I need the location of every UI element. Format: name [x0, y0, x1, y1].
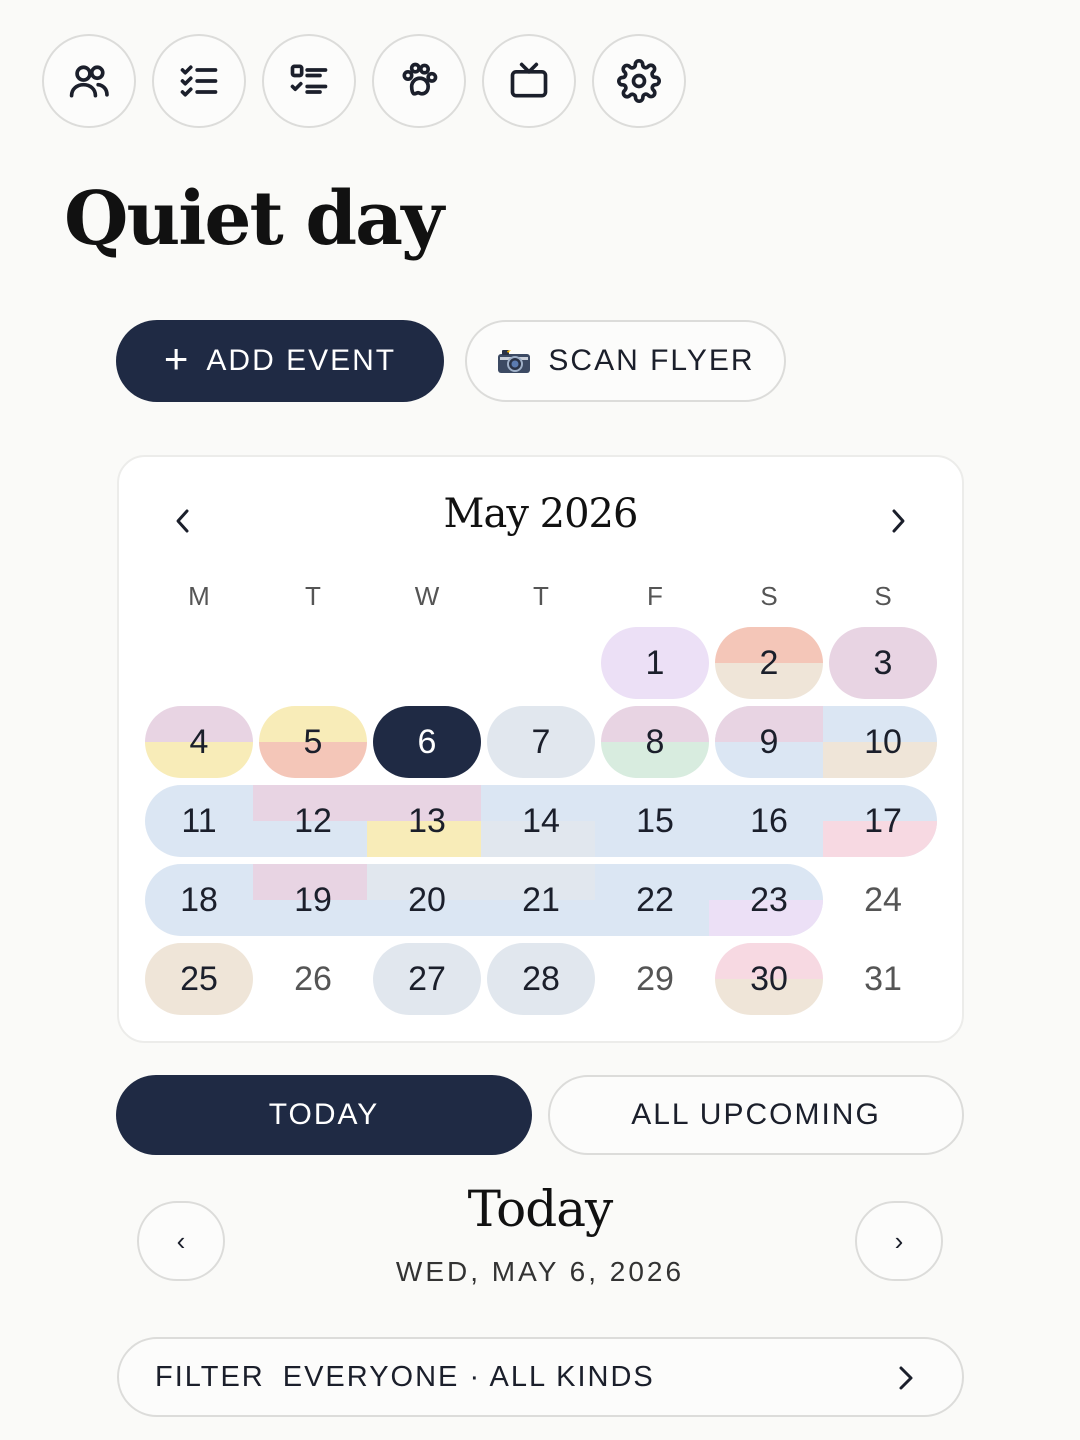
weekday-sunday: S [874, 581, 892, 611]
task-list-button[interactable] [262, 34, 356, 128]
day-cell[interactable]: 7 [487, 706, 595, 778]
plus-icon: + [163, 335, 191, 382]
filter-label: FILTER [155, 1360, 265, 1393]
tab-all-upcoming[interactable]: ALL UPCOMING [548, 1075, 964, 1155]
task-list-icon [290, 64, 328, 94]
tv-button[interactable] [482, 34, 576, 128]
camera-flash-icon [498, 347, 531, 373]
day-cell[interactable]: 26 [259, 943, 367, 1015]
chevron-right-icon [892, 509, 905, 533]
day-cell[interactable]: 10 [829, 706, 937, 778]
weekday-wednesday: W [414, 581, 440, 611]
next-day-button[interactable]: › [855, 1201, 943, 1281]
day-cell[interactable]: 30 [715, 943, 823, 1015]
day-cell[interactable]: 15 [601, 785, 709, 857]
day-cell[interactable]: 22 [601, 864, 709, 936]
day-cell[interactable]: 4 [145, 706, 253, 778]
day-cell[interactable]: 2 [715, 627, 823, 699]
paw-icon [402, 62, 438, 96]
add-event-label: ADD EVENT [206, 344, 397, 377]
day-cell[interactable]: 5 [259, 706, 367, 778]
day-cell-selected[interactable]: 6 [373, 706, 481, 778]
day-cell[interactable]: 18 [145, 864, 253, 936]
day-cell[interactable]: 14 [487, 785, 595, 857]
day-cell[interactable]: 12 [259, 785, 367, 857]
day-cell[interactable]: 13 [373, 785, 481, 857]
day-cell[interactable]: 25 [145, 943, 253, 1015]
tv-icon [510, 62, 548, 98]
filter-value: EVERYONE · ALL KINDS [282, 1360, 655, 1393]
day-cell[interactable]: 27 [373, 943, 481, 1015]
day-cell[interactable]: 19 [259, 864, 367, 936]
people-button[interactable] [42, 34, 136, 128]
day-cell[interactable]: 17 [829, 785, 937, 857]
day-cell[interactable]: 28 [487, 943, 595, 1015]
checklist-icon [180, 65, 218, 97]
day-cell[interactable]: 16 [715, 785, 823, 857]
chevron-right-icon [896, 1363, 916, 1401]
day-cell[interactable]: 31 [829, 943, 937, 1015]
day-cell[interactable]: 8 [601, 706, 709, 778]
scan-flyer-button[interactable]: SCAN FLYER [465, 320, 786, 402]
scan-flyer-label: SCAN FLYER [548, 344, 755, 377]
add-event-button[interactable]: + ADD EVENT [116, 320, 444, 402]
settings-button[interactable] [592, 34, 686, 128]
top-toolbar [42, 34, 686, 128]
weekday-saturday: S [760, 581, 778, 611]
calendar-header: May 2026 [119, 487, 962, 547]
day-cell[interactable]: 9 [715, 706, 823, 778]
day-cell[interactable]: 29 [601, 943, 709, 1015]
weekday-monday: M [188, 581, 210, 611]
calendar-card: May 2026 M T W T F S S 1 2 3 4 5 6 7 8 9… [117, 455, 964, 1043]
day-cell[interactable]: 1 [601, 627, 709, 699]
day-cell[interactable]: 20 [373, 864, 481, 936]
day-cell[interactable]: 3 [829, 627, 937, 699]
weekday-thursday: T [533, 581, 549, 611]
next-month-button[interactable] [878, 501, 918, 541]
day-cell[interactable]: 21 [487, 864, 595, 936]
weekday-tuesday: T [305, 581, 321, 611]
weekday-friday: F [647, 581, 663, 611]
pets-button[interactable] [372, 34, 466, 128]
tab-today[interactable]: TODAY [116, 1075, 532, 1155]
day-cell[interactable]: 23 [715, 864, 823, 936]
filter-bar[interactable]: FILTER EVERYONE · ALL KINDS [117, 1337, 964, 1417]
people-icon [69, 65, 109, 98]
chevron-right-icon: › [894, 1225, 904, 1256]
page-title: Quiet day [64, 176, 444, 262]
month-title: May 2026 [443, 491, 639, 537]
checklist-button[interactable] [152, 34, 246, 128]
day-cell[interactable]: 11 [145, 785, 253, 857]
settings-gear-icon [617, 59, 661, 103]
day-cell[interactable]: 24 [829, 864, 937, 936]
